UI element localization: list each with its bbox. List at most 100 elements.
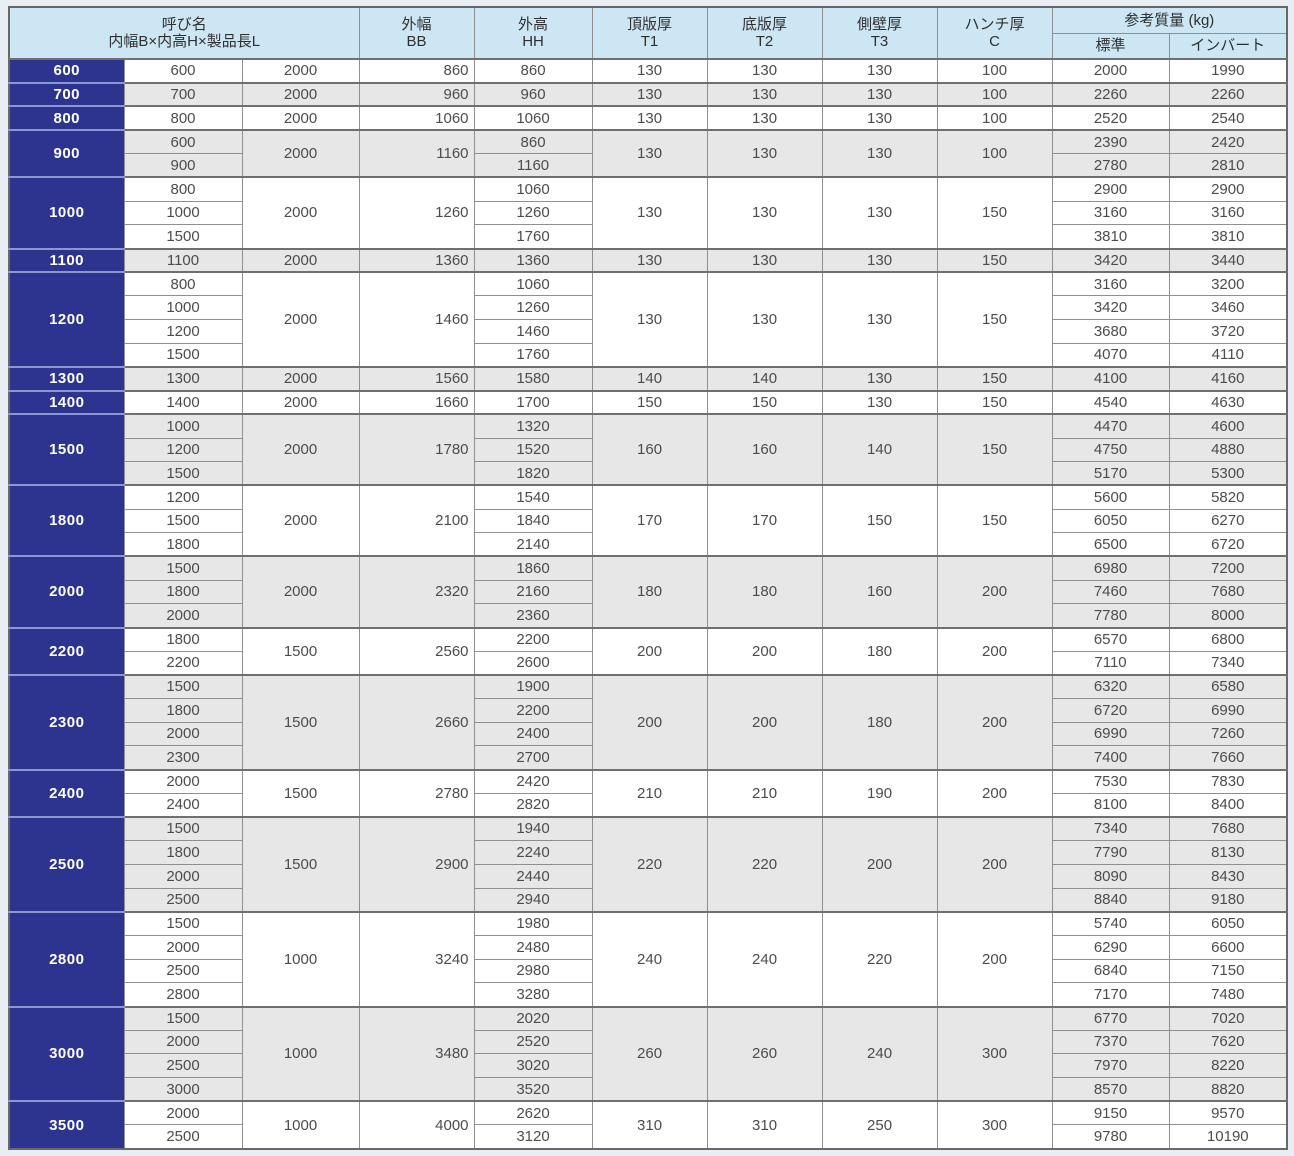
cell-mass-standard: 2390 xyxy=(1051,129,1170,155)
cell-top-slab-thickness: 210 xyxy=(591,768,708,818)
cell-outer-height: 2160 xyxy=(473,579,593,605)
table-row: 600 600 2000 860 860 130 130 130 100 2000 1990 xyxy=(8,58,1288,84)
table-row: 2000 1500 2000 2320 1860 180 180 160 200 6980 7200 xyxy=(8,555,1288,629)
cell-outer-height: 1820 xyxy=(473,461,593,486)
spec-table: 呼び名 内幅B×内高H×製品長L 外幅 BB 外高 HH 頂版厚 T1 底版厚 xyxy=(8,6,1289,1150)
cell-inner-height: 1800 xyxy=(123,840,243,865)
cell-inner-height: 1300 xyxy=(123,365,243,392)
header-bottom-slab: 底版厚 T2 xyxy=(706,6,823,60)
cell-mass-standard: 7970 xyxy=(1051,1053,1170,1079)
cell-outer-height: 1060 xyxy=(473,105,593,131)
cell-outer-height: 3280 xyxy=(473,982,593,1007)
cell-side-wall-thickness: 130 xyxy=(821,176,938,250)
cell-product-length: 1500 xyxy=(241,673,360,771)
cell-haunch-thickness: 150 xyxy=(936,271,1053,368)
cell-mass-invert: 9180 xyxy=(1168,887,1288,913)
table-row: 2300 1500 1500 2660 1900 200 200 180 200 6320 6580 xyxy=(8,673,1288,771)
cell-nominal-name: 1500 xyxy=(8,413,125,486)
cell-mass-invert: 5820 xyxy=(1168,484,1288,510)
cell-outer-height: 1540 xyxy=(473,484,593,510)
cell-product-length: 2000 xyxy=(241,176,360,250)
cell-inner-height: 1000 xyxy=(123,413,243,439)
header-name-column: 呼び名 内幅B×内高H×製品長L xyxy=(8,6,360,60)
cell-outer-width: 1460 xyxy=(358,271,475,368)
cell-inner-height: 900 xyxy=(123,153,243,178)
cell-inner-height: 2800 xyxy=(123,982,243,1007)
cell-product-length: 2000 xyxy=(241,58,360,84)
header-name-line2: 内幅B×内高H×製品長L xyxy=(108,33,261,50)
cell-side-wall-thickness: 150 xyxy=(821,484,938,557)
cell-haunch-thickness: 200 xyxy=(936,910,1053,1007)
cell-mass-invert: 7200 xyxy=(1168,555,1288,581)
cell-mass-standard: 7110 xyxy=(1051,650,1170,676)
cell-outer-height: 1360 xyxy=(473,247,593,273)
cell-haunch-thickness: 150 xyxy=(936,247,1053,273)
cell-inner-height: 1200 xyxy=(123,437,243,463)
cell-product-length: 1500 xyxy=(241,768,360,818)
cell-side-wall-thickness: 130 xyxy=(821,105,938,131)
cell-bottom-slab-thickness: 130 xyxy=(706,81,823,107)
cell-mass-invert: 6050 xyxy=(1168,910,1288,936)
cell-mass-invert: 8130 xyxy=(1168,840,1288,865)
cell-mass-standard: 4540 xyxy=(1051,389,1170,415)
cell-mass-standard: 7400 xyxy=(1051,745,1170,771)
cell-side-wall-thickness: 140 xyxy=(821,413,938,486)
cell-bottom-slab-thickness: 200 xyxy=(706,626,823,676)
cell-outer-height: 2360 xyxy=(473,603,593,628)
cell-product-length: 1000 xyxy=(241,1100,360,1150)
cell-haunch-thickness: 100 xyxy=(936,129,1053,178)
cell-mass-standard: 2900 xyxy=(1051,176,1170,202)
cell-outer-width: 1260 xyxy=(358,176,475,250)
cell-inner-height: 1800 xyxy=(123,626,243,652)
cell-bottom-slab-thickness: 260 xyxy=(706,1005,823,1102)
cell-nominal-name: 1100 xyxy=(8,247,125,273)
cell-outer-width: 2780 xyxy=(358,768,475,818)
cell-outer-height: 1980 xyxy=(473,910,593,936)
table-row: 3000 1500 1000 3480 2020 260 260 240 300 6770 7020 xyxy=(8,1005,1288,1102)
cell-mass-standard: 7170 xyxy=(1051,982,1170,1007)
cell-mass-invert: 7680 xyxy=(1168,816,1288,842)
cell-inner-height: 2400 xyxy=(123,792,243,818)
cell-mass-standard: 6570 xyxy=(1051,626,1170,652)
cell-haunch-thickness: 100 xyxy=(936,81,1053,107)
cell-outer-width: 2320 xyxy=(358,555,475,629)
cell-product-length: 2000 xyxy=(241,365,360,392)
cell-bottom-slab-thickness: 170 xyxy=(706,484,823,557)
cell-outer-height: 2240 xyxy=(473,840,593,865)
cell-mass-standard: 6840 xyxy=(1051,958,1170,984)
header-mass-standard: 標準 xyxy=(1051,32,1170,60)
cell-side-wall-thickness: 180 xyxy=(821,673,938,771)
cell-mass-standard: 6290 xyxy=(1051,934,1170,960)
cell-bottom-slab-thickness: 130 xyxy=(706,247,823,273)
table-row: 1200 800 2000 1460 1060 130 130 130 150 3160 3200 xyxy=(8,271,1288,368)
cell-outer-height: 1860 xyxy=(473,555,593,581)
cell-top-slab-thickness: 130 xyxy=(591,247,708,273)
cell-outer-height: 2140 xyxy=(473,532,593,557)
cell-inner-height: 2200 xyxy=(123,650,243,676)
cell-mass-invert: 2420 xyxy=(1168,129,1288,155)
cell-bottom-slab-thickness: 150 xyxy=(706,389,823,415)
cell-inner-height: 2000 xyxy=(123,603,243,628)
cell-bottom-slab-thickness: 180 xyxy=(706,555,823,629)
cell-inner-height: 800 xyxy=(123,176,243,202)
cell-top-slab-thickness: 310 xyxy=(591,1100,708,1150)
cell-top-slab-thickness: 130 xyxy=(591,129,708,178)
cell-mass-standard: 6990 xyxy=(1051,721,1170,747)
cell-mass-standard: 7460 xyxy=(1051,579,1170,605)
cell-haunch-thickness: 150 xyxy=(936,413,1053,486)
cell-nominal-name: 1300 xyxy=(8,365,125,392)
cell-product-length: 2000 xyxy=(241,389,360,415)
cell-inner-height: 1500 xyxy=(123,342,243,368)
table-row: 900 600 2000 1160 860 130 130 130 100 2390 2420 xyxy=(8,129,1288,178)
cell-bottom-slab-thickness: 130 xyxy=(706,129,823,178)
cell-outer-height: 1460 xyxy=(473,319,593,344)
header-outer-width: 外幅 BB xyxy=(358,6,475,60)
cell-side-wall-thickness: 130 xyxy=(821,365,938,392)
cell-mass-standard: 7340 xyxy=(1051,816,1170,842)
cell-inner-height: 1500 xyxy=(123,1005,243,1031)
cell-mass-invert: 7620 xyxy=(1168,1029,1288,1055)
cell-outer-height: 1260 xyxy=(473,200,593,226)
cell-mass-invert: 2810 xyxy=(1168,153,1288,178)
table-row: 2800 1500 1000 3240 1980 240 240 220 200 5740 6050 xyxy=(8,910,1288,1007)
table-row: 2200 1800 1500 2560 2200 200 200 180 200 6570 6800 xyxy=(8,626,1288,676)
